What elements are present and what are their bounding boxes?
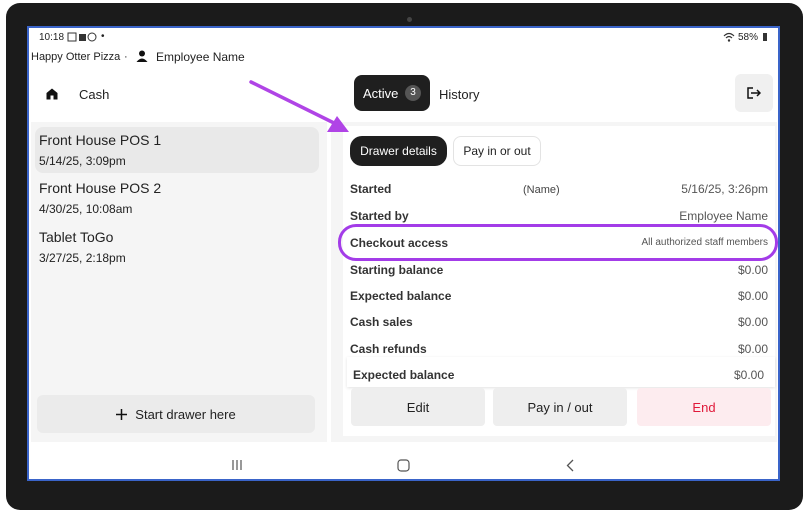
camera-dot <box>407 17 412 22</box>
app-screen: 10:18 • 58% Happy Otter Pizza · Employee… <box>27 26 780 481</box>
annotation-arrow <box>249 80 349 132</box>
